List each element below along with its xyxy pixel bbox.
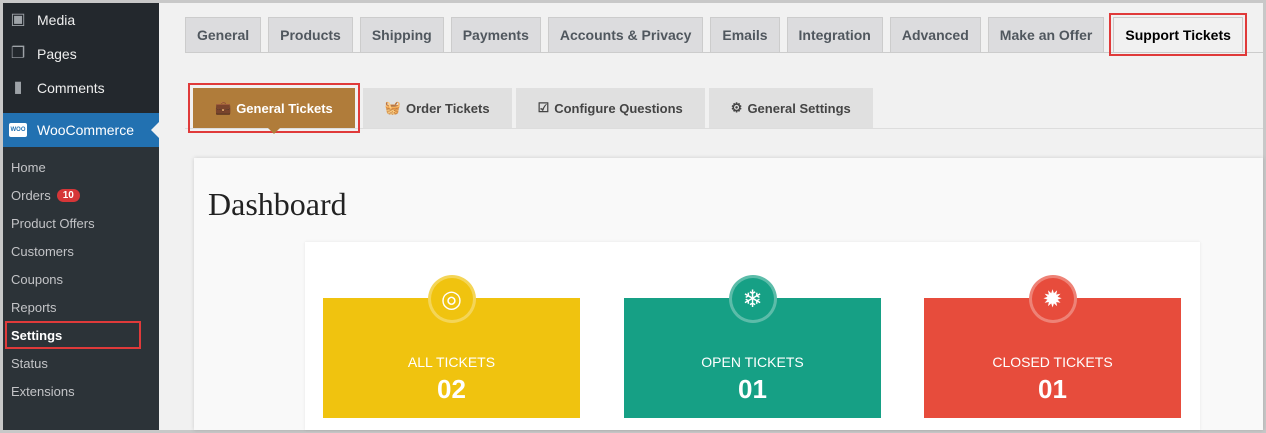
submenu-orders[interactable]: Orders 10 — [3, 181, 159, 209]
menu-pages[interactable]: ❐ Pages — [3, 37, 159, 71]
subtab-order-tickets[interactable]: 🧺 Order Tickets — [362, 88, 512, 128]
comments-icon: ▮ — [13, 79, 23, 96]
submenu-product-offers[interactable]: Product Offers — [3, 209, 159, 237]
tab-products[interactable]: Products — [268, 17, 353, 52]
menu-label: Media — [37, 12, 76, 28]
tab-payments[interactable]: Payments — [450, 17, 541, 52]
submenu-settings[interactable]: Settings — [5, 321, 141, 349]
tab-support-tickets[interactable]: Support Tickets — [1109, 13, 1247, 56]
tab-advanced[interactable]: Advanced — [889, 17, 981, 52]
woocommerce-submenu: Home Orders 10 Product Offers Customers C… — [3, 147, 159, 430]
menu-label: Pages — [37, 46, 77, 62]
tab-shipping[interactable]: Shipping — [359, 17, 444, 52]
page-title: Dashboard — [208, 186, 347, 222]
target-icon: ◎ — [427, 275, 476, 323]
subtab-label: Configure Questions — [554, 100, 683, 116]
tab-divider — [185, 52, 1263, 53]
menu-comments[interactable]: ▮ Comments — [3, 71, 159, 105]
subtab-general-tickets[interactable]: 💼 General Tickets — [188, 83, 360, 134]
subtab-configure-questions[interactable]: ☑ Configure Questions — [515, 88, 705, 128]
subtab-general-settings[interactable]: ⚙ General Settings — [708, 88, 873, 128]
subtab-label: General Settings — [747, 100, 851, 116]
orders-count-badge: 10 — [56, 188, 80, 202]
box-label: ALL TICKETS — [407, 354, 496, 370]
tab-accounts-privacy[interactable]: Accounts & Privacy — [547, 17, 704, 52]
support-subtabs: 💼 General Tickets 🧺 Order Tickets ☑ Configu… — [188, 83, 873, 134]
all-tickets-box[interactable]: ◎ ALL TICKETS 02 — [323, 275, 580, 418]
box-label: OPEN TICKETS — [701, 354, 804, 370]
admin-sidebar: ▣ Media ❐ Pages ▮ Comments WOO WooCommerce H… — [3, 3, 159, 430]
woocommerce-logo-icon: WOO — [9, 123, 27, 137]
submenu-reports[interactable]: Reports — [3, 293, 159, 321]
menu-media[interactable]: ▣ Media — [3, 3, 159, 37]
menu-woocommerce[interactable]: WOO WooCommerce — [3, 113, 159, 147]
box-value: 02 — [437, 374, 466, 404]
briefcase-icon: 💼 — [215, 100, 232, 115]
dashboard-panel: Dashboard ◎ ALL TICKETS 02 ❄ OPEN TICKET… — [194, 158, 1263, 430]
submenu-extensions[interactable]: Extensions — [3, 377, 159, 405]
submenu-status[interactable]: Status — [3, 349, 159, 377]
stats-card: ◎ ALL TICKETS 02 ❄ OPEN TICKETS 01 ✹ CLO… — [305, 242, 1200, 430]
submenu-coupons[interactable]: Coupons — [3, 265, 159, 293]
subtab-divider — [185, 128, 1263, 129]
subtab-label: Order Tickets — [405, 100, 490, 116]
basket-icon: 🧺 — [384, 100, 401, 115]
submenu-home[interactable]: Home — [3, 153, 159, 181]
tab-integration[interactable]: Integration — [786, 17, 883, 52]
checklist-icon: ☑ — [537, 100, 550, 115]
box-value: 01 — [738, 374, 767, 404]
closed-tickets-box[interactable]: ✹ CLOSED TICKETS 01 — [924, 275, 1181, 418]
tab-emails[interactable]: Emails — [710, 17, 780, 52]
submenu-customers[interactable]: Customers — [3, 237, 159, 265]
box-label: CLOSED TICKETS — [992, 354, 1113, 370]
pages-icon: ❐ — [10, 45, 26, 62]
menu-label: WooCommerce — [37, 122, 134, 138]
settings-tabs: General Products Shipping Payments Accou… — [185, 13, 1247, 56]
box-value: 01 — [1038, 374, 1067, 404]
gears-icon: ⚙ — [730, 100, 743, 115]
subtab-label: General Tickets — [236, 100, 333, 116]
media-icon: ▣ — [10, 11, 26, 28]
tab-general[interactable]: General — [185, 17, 262, 52]
admin-frame: ▣ Media ❐ Pages ▮ Comments WOO WooCommerce H… — [3, 3, 1263, 430]
tab-make-an-offer[interactable]: Make an Offer — [987, 17, 1105, 52]
menu-label: Comments — [37, 80, 105, 96]
certificate-icon: ✹ — [1028, 275, 1077, 323]
open-tickets-box[interactable]: ❄ OPEN TICKETS 01 — [624, 275, 881, 418]
snowflake-icon: ❄ — [728, 275, 777, 323]
submenu-label: Orders — [11, 187, 51, 203]
